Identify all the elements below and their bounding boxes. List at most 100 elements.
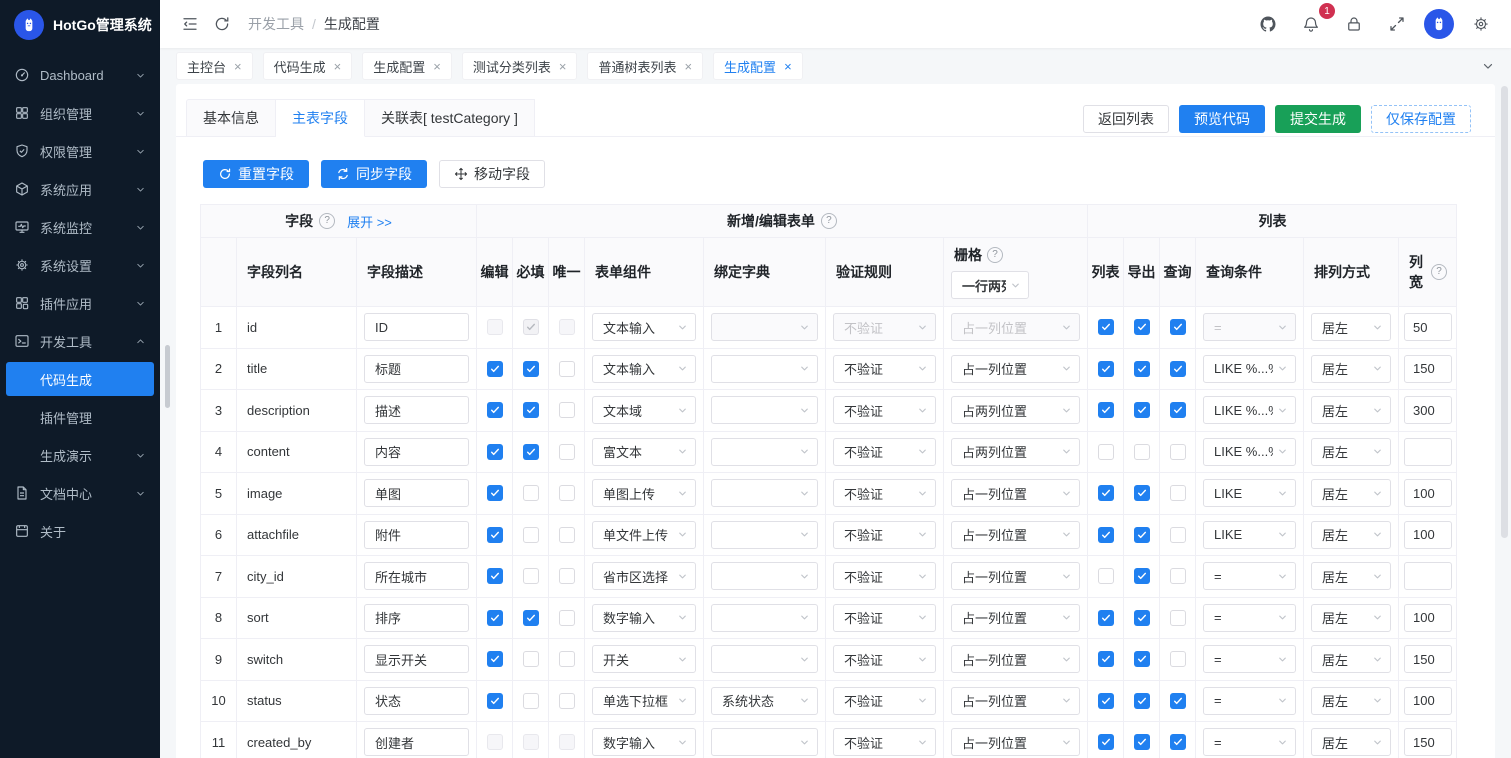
checkbox[interactable] — [487, 610, 503, 626]
sidebar-subitem[interactable]: 生成演示 — [0, 436, 160, 474]
refresh-page-icon[interactable] — [206, 8, 238, 40]
checkbox[interactable] — [1170, 651, 1186, 667]
text-input[interactable]: 100 — [1404, 479, 1452, 507]
select[interactable]: 占一列位置 — [951, 521, 1080, 549]
checkbox[interactable] — [1170, 568, 1186, 584]
app-logo[interactable]: HotGo管理系统 — [0, 0, 160, 50]
text-input[interactable]: 150 — [1404, 728, 1452, 756]
checkbox[interactable] — [487, 568, 503, 584]
select[interactable]: 不验证 — [833, 396, 936, 424]
checkbox[interactable] — [1098, 361, 1114, 377]
select[interactable]: LIKE %...% — [1203, 396, 1296, 424]
checkbox[interactable] — [487, 402, 503, 418]
select[interactable]: 占两列位置 — [951, 438, 1080, 466]
sidebar-subitem[interactable]: 插件管理 — [0, 398, 160, 436]
select[interactable]: 数字输入 — [592, 728, 696, 756]
route-tab[interactable]: 生成配置× — [362, 52, 452, 80]
select[interactable]: 占一列位置 — [951, 355, 1080, 383]
select[interactable] — [711, 313, 818, 341]
checkbox[interactable] — [523, 319, 539, 335]
select[interactable]: 居左 — [1311, 562, 1391, 590]
checkbox[interactable] — [487, 319, 503, 335]
checkbox[interactable] — [523, 402, 539, 418]
select[interactable]: 占一列位置 — [951, 479, 1080, 507]
select[interactable]: 占一列位置 — [951, 313, 1080, 341]
select[interactable]: 省市区选择 — [592, 562, 696, 590]
select[interactable]: 居左 — [1311, 728, 1391, 756]
breadcrumb-section[interactable]: 开发工具 — [248, 14, 304, 34]
checkbox[interactable] — [523, 651, 539, 667]
checkbox[interactable] — [1170, 444, 1186, 460]
sidebar-item[interactable]: 权限管理 — [0, 132, 160, 170]
checkbox[interactable] — [487, 527, 503, 543]
checkbox[interactable] — [523, 693, 539, 709]
checkbox[interactable] — [559, 444, 575, 460]
close-icon[interactable]: × — [784, 60, 792, 73]
checkbox[interactable] — [1134, 693, 1150, 709]
text-input[interactable]: 50 — [1404, 313, 1452, 341]
lock-screen-icon[interactable] — [1338, 8, 1370, 40]
checkbox[interactable] — [1170, 734, 1186, 750]
checkbox[interactable] — [1098, 444, 1114, 460]
checkbox[interactable] — [1170, 527, 1186, 543]
checkbox[interactable] — [559, 319, 575, 335]
text-input[interactable]: 150 — [1404, 355, 1452, 383]
checkbox[interactable] — [559, 734, 575, 750]
fullscreen-icon[interactable] — [1381, 8, 1413, 40]
expand-link[interactable]: 展开 >> — [347, 212, 392, 231]
grid-span-select[interactable]: 一行两列 — [951, 271, 1029, 299]
select[interactable] — [711, 604, 818, 632]
select[interactable]: 单文件上传 — [592, 521, 696, 549]
route-tab[interactable]: 主控台× — [176, 52, 253, 80]
checkbox[interactable] — [1098, 651, 1114, 667]
text-input[interactable] — [1404, 438, 1452, 466]
sidebar-item[interactable]: 文档中心 — [0, 474, 160, 512]
select[interactable]: = — [1203, 728, 1296, 756]
checkbox[interactable] — [487, 734, 503, 750]
checkbox[interactable] — [1098, 693, 1114, 709]
checkbox[interactable] — [559, 485, 575, 501]
help-icon[interactable]: ? — [987, 247, 1003, 263]
vertical-scrollbar-thumb[interactable] — [1501, 86, 1508, 538]
checkbox[interactable] — [487, 651, 503, 667]
checkbox[interactable] — [1098, 527, 1114, 543]
checkbox[interactable] — [523, 485, 539, 501]
select[interactable]: 居左 — [1311, 604, 1391, 632]
notifications-bell-icon[interactable]: 1 — [1295, 8, 1327, 40]
toolbar-button[interactable]: 移动字段 — [439, 160, 545, 188]
text-input[interactable]: 150 — [1404, 645, 1452, 673]
route-tab[interactable]: 生成配置× — [713, 52, 803, 80]
checkbox[interactable] — [487, 693, 503, 709]
route-tab[interactable]: 代码生成× — [263, 52, 353, 80]
action-button[interactable]: 提交生成 — [1275, 105, 1361, 133]
checkbox[interactable] — [1134, 444, 1150, 460]
text-input[interactable]: 100 — [1404, 687, 1452, 715]
checkbox[interactable] — [523, 734, 539, 750]
select[interactable]: 不验证 — [833, 438, 936, 466]
close-icon[interactable]: × — [559, 60, 567, 73]
text-input[interactable]: 100 — [1404, 604, 1452, 632]
select[interactable]: 不验证 — [833, 687, 936, 715]
sidebar-item[interactable]: 系统应用 — [0, 170, 160, 208]
checkbox[interactable] — [1098, 610, 1114, 626]
text-input[interactable]: 100 — [1404, 521, 1452, 549]
checkbox[interactable] — [1170, 402, 1186, 418]
select[interactable]: 居左 — [1311, 355, 1391, 383]
select[interactable]: = — [1203, 687, 1296, 715]
content-scrollbar-thumb[interactable] — [165, 345, 170, 408]
checkbox[interactable] — [523, 568, 539, 584]
text-input[interactable]: 描述 — [364, 396, 469, 424]
select[interactable]: 居左 — [1311, 396, 1391, 424]
select[interactable]: 居左 — [1311, 438, 1391, 466]
checkbox[interactable] — [1134, 610, 1150, 626]
checkbox[interactable] — [1170, 693, 1186, 709]
select[interactable]: 占一列位置 — [951, 604, 1080, 632]
sidebar-subitem[interactable]: 代码生成 — [6, 362, 154, 396]
checkbox[interactable] — [1098, 734, 1114, 750]
sidebar-item[interactable]: 关于 — [0, 512, 160, 550]
select[interactable] — [711, 728, 818, 756]
checkbox[interactable] — [523, 444, 539, 460]
select[interactable]: = — [1203, 313, 1296, 341]
sidebar-item[interactable]: 系统设置 — [0, 246, 160, 284]
checkbox[interactable] — [559, 361, 575, 377]
